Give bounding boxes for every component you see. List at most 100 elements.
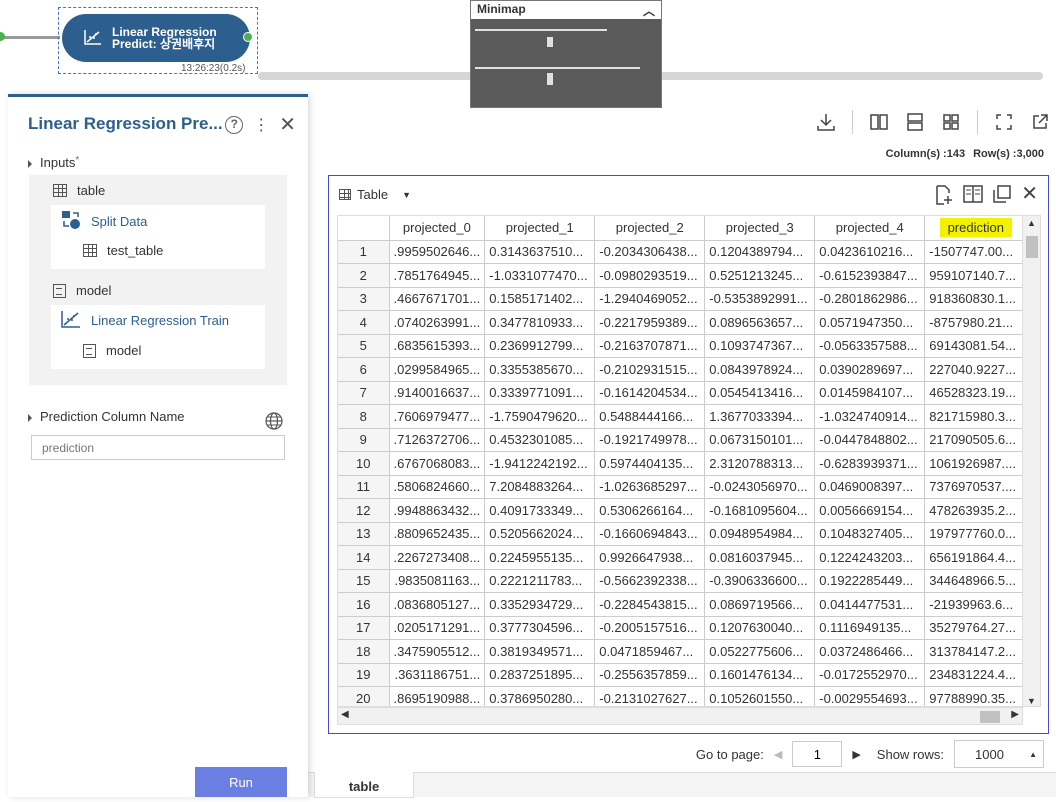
help-icon[interactable]: ?: [225, 115, 244, 134]
column-header[interactable]: projected_1: [484, 216, 596, 241]
caret-right-icon: [28, 159, 32, 168]
expand-icon[interactable]: [994, 112, 1014, 132]
chevron-up-icon[interactable]: ︿: [643, 2, 655, 18]
vertical-scrollbar[interactable]: ▲ ▼: [1022, 216, 1040, 706]
workflow-canvas[interactable]: Linear Regression Predict: 상권배후지 13:26:2…: [0, 0, 1056, 108]
scroll-left-icon[interactable]: ◀: [341, 709, 349, 720]
data-grid[interactable]: projected_0 projected_1 projected_2 project…: [337, 215, 1041, 707]
copy-icon[interactable]: [993, 185, 1011, 208]
table-row[interactable]: 20.8695190988... 0.3786950280... -0.213102…: [338, 686, 1028, 706]
column-header[interactable]: projected_4: [814, 216, 926, 241]
column-header[interactable]: projected_3: [704, 216, 816, 241]
column-header-label: projected_1: [505, 220, 574, 236]
inputs-section-toggle[interactable]: Inputs*: [28, 155, 79, 170]
table-row[interactable]: 9.7126372706... 0.4532301085... -0.1921749…: [338, 428, 1028, 452]
panel-title: Linear Regression Pre...: [28, 114, 223, 133]
scroll-down-icon[interactable]: ▼: [1027, 696, 1036, 706]
view-selector[interactable]: Table ▼: [339, 187, 411, 202]
table-row[interactable]: 18.3475905512... 0.3819349571... 0.0471859…: [338, 639, 1028, 664]
row-number: 8: [338, 404, 390, 429]
close-icon[interactable]: ✕: [1021, 184, 1038, 208]
table-row[interactable]: 6.0299584965... 0.3355385670... -0.2102931…: [338, 357, 1028, 382]
open-external-icon[interactable]: [1030, 112, 1050, 132]
table-cell: 1.3677033394...: [704, 404, 816, 429]
rows-per-page-select[interactable]: 1000 ▲: [954, 740, 1044, 768]
split-horizontal-icon[interactable]: [905, 112, 925, 132]
table-cell: 0.2245955135...: [484, 545, 596, 570]
column-header[interactable]: projected_0: [389, 216, 486, 241]
table-cell: 7376970537....: [924, 475, 1028, 499]
table-row[interactable]: 15.9835081163... 0.2221211783... -0.566239…: [338, 569, 1028, 593]
table-cell: 2.3120788313...: [704, 451, 816, 476]
table-row[interactable]: 7.9140016637... 0.3339771091... -0.1614204…: [338, 381, 1028, 405]
table-row[interactable]: 2.7851764945... -1.0331077470... -0.098029…: [338, 263, 1028, 288]
data-table: projected_0 projected_1 projected_2 project…: [338, 216, 1028, 706]
table-row[interactable]: 10.6767068083... -1.9412242192... 0.597440…: [338, 451, 1028, 476]
table-cell: 0.0545413416...: [704, 381, 816, 405]
pred-col-section-toggle[interactable]: Prediction Column Name: [28, 409, 185, 424]
row-number: 14: [338, 545, 390, 570]
horizontal-scrollbar[interactable]: ◀ ▶: [337, 707, 1023, 725]
table-cell: 0.1052601550...: [704, 686, 816, 706]
split-data-icon: [61, 210, 81, 233]
table-cell: .9140016637...: [389, 381, 486, 405]
minimap[interactable]: Minimap ︿: [470, 0, 662, 108]
next-page-icon[interactable]: ▶: [852, 748, 860, 761]
vertical-scroll-thumb[interactable]: [1026, 236, 1038, 258]
scroll-right-icon[interactable]: ▶: [1011, 709, 1019, 720]
tab-table[interactable]: table: [314, 772, 414, 798]
table-row[interactable]: 14.2267273408... 0.2245955135... 0.9926647…: [338, 545, 1028, 570]
table-row[interactable]: 8.7606979477... -1.7590479620... 0.5488444…: [338, 404, 1028, 429]
download-icon[interactable]: [816, 112, 836, 132]
test-table-row[interactable]: test_table: [83, 243, 163, 258]
page-input[interactable]: [792, 741, 843, 767]
table-row[interactable]: 19.3631186751... 0.2837251895... -0.255635…: [338, 663, 1028, 687]
new-document-icon[interactable]: [935, 185, 953, 208]
table-cell: 0.5974404135...: [594, 451, 706, 476]
node-input-port[interactable]: [0, 32, 5, 41]
table-cell: -0.2034306438...: [594, 240, 706, 264]
table-row[interactable]: 12.9948863432... 0.4091733349... 0.5306266…: [338, 498, 1028, 523]
column-header[interactable]: prediction: [924, 216, 1028, 241]
table-cell: -1.0331077470...: [484, 263, 596, 288]
table-cell: 0.0869719566...: [704, 592, 816, 617]
table-row[interactable]: 3.4667671701... 0.1585171402... -1.2940469…: [338, 287, 1028, 311]
table-row[interactable]: 16.0836805127... 0.3352934729... -0.228454…: [338, 592, 1028, 617]
lr-train-row[interactable]: Linear Regression Train: [61, 310, 229, 331]
close-icon[interactable]: ✕: [279, 112, 296, 137]
table-cell: 217090505.6...: [924, 428, 1028, 452]
caret-right-icon: [28, 413, 32, 422]
split-data-row[interactable]: Split Data: [61, 210, 147, 233]
row-number-header: [338, 216, 390, 241]
table-row[interactable]: 5.6835615393... 0.2369912799... -0.2163707…: [338, 334, 1028, 358]
table-cell: -0.6152393847...: [814, 263, 926, 288]
node-title: Linear Regression Predict: 상권배후지: [112, 26, 217, 50]
table-cell: 821715980.3...: [924, 404, 1028, 429]
rows-per-page-value: 1000: [975, 746, 1004, 762]
column-settings-icon[interactable]: [963, 185, 983, 208]
lr-predict-node[interactable]: Linear Regression Predict: 상권배후지: [62, 14, 253, 62]
model-icon: [83, 343, 96, 358]
table-cell: -0.2556357859...: [594, 663, 706, 687]
run-button[interactable]: Run: [195, 767, 287, 797]
split-vertical-icon[interactable]: [869, 112, 889, 132]
scroll-up-icon[interactable]: ▲: [1027, 218, 1036, 228]
table-row[interactable]: 1.9959502646... 0.3143637510... -0.2034306…: [338, 240, 1028, 264]
table-dimensions: Column(s) :143 Row(s) :3,000: [886, 148, 1044, 160]
grid-layout-icon[interactable]: [941, 112, 961, 132]
prev-page-icon[interactable]: ◀: [774, 748, 782, 761]
more-vert-icon[interactable]: ⋮: [253, 115, 269, 135]
table-row[interactable]: 4.0740263991... 0.3477810933... -0.2217959…: [338, 310, 1028, 335]
result-toolbar: [816, 110, 1050, 134]
horizontal-scroll-thumb[interactable]: [980, 711, 1000, 723]
goto-page-label: Go to page:: [695, 746, 764, 762]
node-output-port[interactable]: [243, 32, 253, 42]
column-header[interactable]: projected_2: [594, 216, 706, 241]
table-row[interactable]: 11.5806824660... 7.2084883264... -1.026368…: [338, 475, 1028, 499]
globe-icon[interactable]: [265, 412, 283, 433]
table-row[interactable]: 17.0205171291... 0.3777304596... -0.200515…: [338, 616, 1028, 640]
prediction-column-input[interactable]: [31, 435, 285, 460]
model-row[interactable]: model: [83, 343, 141, 358]
table-cell: 313784147.2...: [924, 639, 1028, 664]
table-row[interactable]: 13.8809652435... 0.5205662024... -0.166069…: [338, 522, 1028, 546]
